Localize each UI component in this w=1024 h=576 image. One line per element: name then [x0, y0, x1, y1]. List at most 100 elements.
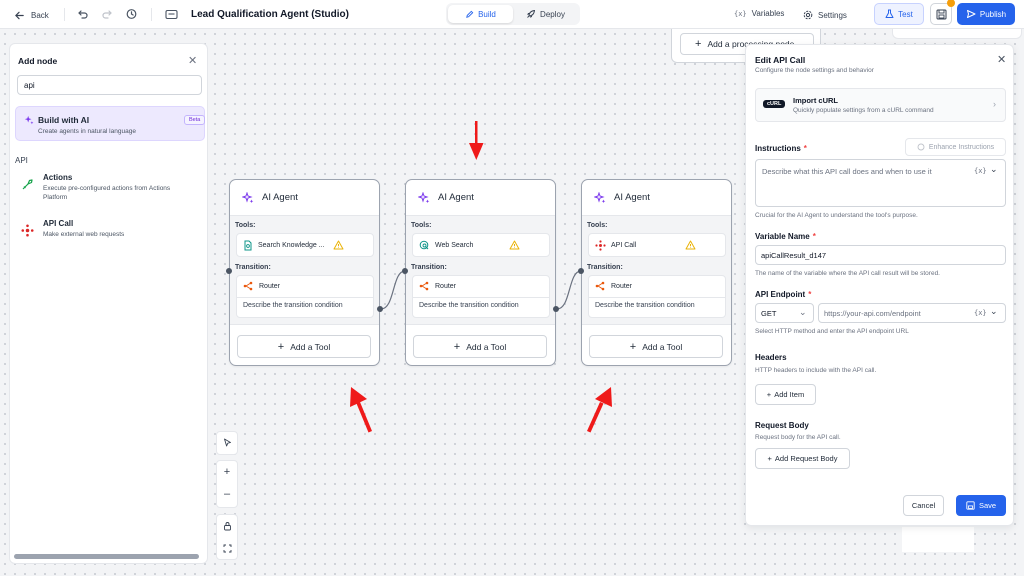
chevron-down-icon: ⌄ [799, 307, 807, 317]
transition-box[interactable]: Router Describe the transition condition [412, 275, 550, 318]
add-tool-button[interactable]: + Add a Tool [237, 335, 371, 358]
agent-node[interactable]: AI Agent Tools: Web Search Transition: R… [405, 179, 556, 366]
annotation-arrow [587, 387, 612, 433]
transition-description[interactable]: Describe the transition condition [419, 302, 519, 309]
input-handle[interactable] [226, 268, 232, 274]
variable-insert-icon[interactable]: {x} [974, 309, 987, 317]
headers-help: HTTP headers to include with the API cal… [755, 367, 877, 374]
tool-name: Search Knowledge ... [258, 241, 325, 249]
web-search-icon [419, 240, 430, 251]
edge-connector [380, 270, 406, 310]
node-title: AI Agent [262, 192, 298, 203]
tools-label: Tools: [235, 222, 256, 229]
horizontal-scrollbar[interactable] [14, 554, 199, 559]
add-tool-button[interactable]: + Add a Tool [413, 335, 547, 358]
zoom-out-button[interactable]: – [217, 483, 237, 505]
endpoint-url-input[interactable]: https://your-api.com/endpoint {x} ⌄ [818, 303, 1006, 323]
add-request-body-button[interactable]: + Add Request Body [755, 448, 850, 469]
transition-label: Transition: [235, 264, 271, 271]
canvas-toolbar [216, 431, 238, 455]
enhance-instructions-button[interactable]: Enhance Instructions [905, 138, 1006, 156]
tool-name: API Call [611, 241, 637, 249]
add-tool-label: Add a Tool [466, 341, 507, 352]
router: Router [243, 281, 280, 291]
node-body: Tools: Web Search Transition: Router Des… [406, 215, 555, 325]
warning-icon [509, 240, 520, 251]
transition-box[interactable]: Router Describe the transition condition [588, 275, 726, 318]
variable-insert-icon[interactable]: {x} [974, 167, 987, 175]
http-method-value: GET [761, 308, 777, 318]
panel-title: Edit API Call [755, 55, 806, 65]
plus-icon: + [767, 454, 772, 463]
node-option-subtitle: Make external web requests [43, 231, 125, 238]
close-icon[interactable]: ✕ [188, 54, 197, 67]
chevron-down-icon[interactable]: ⌄ [990, 306, 998, 317]
node-option-title: API Call [43, 219, 74, 228]
instructions-textarea[interactable]: Describe what this API call does and whe… [755, 159, 1006, 207]
close-icon[interactable]: ✕ [997, 53, 1006, 66]
document-search-icon [243, 240, 253, 251]
panel-title: Add node [18, 56, 58, 66]
instructions-help: Crucial for the AI Agent to understand t… [755, 212, 918, 219]
zoom-in-button[interactable]: + [217, 461, 237, 483]
node-option-actions[interactable]: Actions Execute pre-configured actions f… [18, 173, 198, 203]
api-icon [595, 239, 606, 251]
divider [237, 297, 373, 298]
headers-label: Headers [755, 353, 787, 362]
build-with-ai-card[interactable]: Build with AI Create agents in natural l… [15, 106, 206, 141]
transition-description[interactable]: Describe the transition condition [595, 302, 695, 309]
transition-description[interactable]: Describe the transition condition [243, 302, 343, 309]
import-curl-title: Import cURL [793, 96, 838, 105]
router-icon [243, 281, 253, 291]
input-handle[interactable] [402, 268, 408, 274]
transition-label: Transition: [587, 264, 623, 271]
output-handle[interactable] [553, 306, 559, 312]
plus-icon: + [629, 340, 637, 353]
router-label: Router [435, 282, 457, 290]
save-button[interactable]: Save [956, 495, 1006, 516]
api-endpoint-label: API Endpoint * [755, 290, 811, 299]
variable-name-label-text: Variable Name [755, 232, 810, 241]
plus-icon: + [277, 340, 285, 353]
node-option-api-call[interactable]: API Call Make external web requests [18, 219, 198, 249]
input-handle[interactable] [578, 268, 584, 274]
lock-button[interactable] [217, 515, 237, 537]
sparkles-icon [242, 191, 254, 204]
router-icon [595, 281, 605, 291]
agent-node[interactable]: AI Agent Tools: Search Knowledge ... Tra… [229, 179, 380, 366]
plus-icon: + [223, 466, 231, 478]
tool-item[interactable]: Search Knowledge ... [236, 233, 374, 257]
router: Router [419, 281, 456, 291]
cancel-button[interactable]: Cancel [903, 495, 944, 516]
add-node-panel: Add node ✕ Build with AI Create agents i… [9, 43, 208, 564]
divider [589, 297, 725, 298]
variable-name-input[interactable]: apiCallResult_d147 [755, 245, 1006, 265]
node-body: Tools: API Call Transition: Router Descr… [582, 215, 731, 325]
add-tool-label: Add a Tool [642, 341, 683, 352]
endpoint-url-placeholder: https://your-api.com/endpoint [824, 308, 921, 318]
add-header-button[interactable]: + Add Item [755, 384, 816, 405]
annotation-arrow [469, 121, 484, 160]
panel-subtitle: Configure the node settings and behavior [755, 67, 874, 74]
node-search-input[interactable] [17, 75, 202, 95]
add-tool-label: Add a Tool [290, 341, 331, 352]
tool-item[interactable]: API Call [588, 233, 726, 257]
tool-item[interactable]: Web Search [412, 233, 550, 257]
select-tool-button[interactable] [217, 432, 237, 454]
required-marker: * [812, 232, 816, 241]
import-curl-card[interactable]: cURL Import cURL Quickly populate settin… [755, 88, 1006, 122]
sparkles-icon [24, 115, 34, 125]
minus-icon: – [223, 488, 231, 500]
chevron-down-icon[interactable]: ⌄ [990, 164, 998, 175]
node-title: AI Agent [614, 192, 650, 203]
output-handle[interactable] [377, 306, 383, 312]
agent-node[interactable]: AI Agent Tools: API Call Transition: Rou… [581, 179, 732, 366]
build-with-ai-title: Build with AI [38, 115, 90, 125]
instructions-label: Instructions * [755, 144, 807, 153]
edge-connector [556, 270, 582, 310]
router-label: Router [259, 282, 281, 290]
http-method-select[interactable]: GET ⌄ [755, 303, 814, 323]
fit-view-button[interactable] [217, 537, 237, 559]
add-tool-button[interactable]: + Add a Tool [589, 335, 723, 358]
transition-box[interactable]: Router Describe the transition condition [236, 275, 374, 318]
